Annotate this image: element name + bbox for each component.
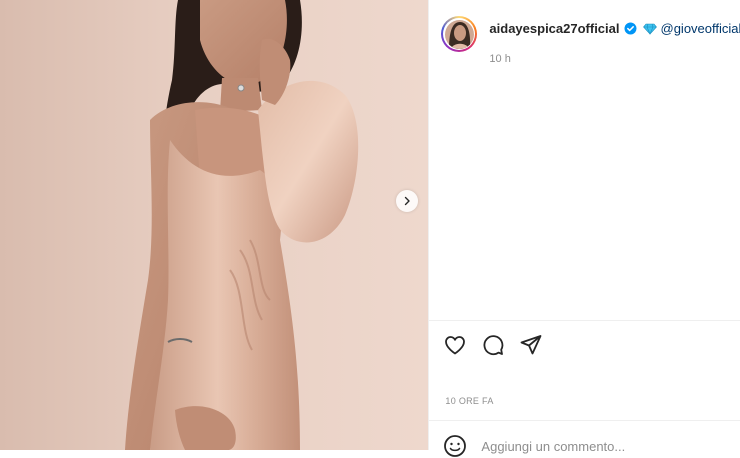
emoji-button[interactable] [443, 434, 467, 458]
emoji-icon [443, 434, 467, 458]
verified-badge-icon [624, 22, 637, 35]
like-button[interactable] [443, 333, 467, 357]
comment-input[interactable] [481, 439, 681, 454]
post-photo[interactable] [0, 0, 429, 450]
username-link[interactable]: aidayespica27official [489, 21, 619, 36]
share-button[interactable] [519, 333, 543, 357]
action-bar [443, 333, 543, 357]
comment-divider [429, 420, 740, 421]
post-side-panel: aidayespica27official @gioveofficial 10 … [429, 0, 740, 450]
add-comment-row [443, 434, 740, 458]
post-header: aidayespica27official @gioveofficial 10 … [441, 16, 732, 60]
avatar[interactable] [441, 16, 477, 52]
heart-icon [443, 333, 467, 357]
paper-plane-icon [519, 333, 543, 357]
next-photo-button[interactable] [396, 190, 418, 212]
comment-button[interactable] [481, 333, 505, 357]
woman-in-satin-dress-photo [0, 0, 429, 450]
mention-link[interactable]: @gioveofficial [661, 21, 740, 36]
actions-top-divider [429, 320, 740, 321]
chevron-right-icon [402, 196, 412, 206]
instagram-post: aidayespica27official @gioveofficial 10 … [0, 0, 740, 450]
avatar-ring [443, 18, 475, 50]
time-ago: 10 h [489, 53, 510, 65]
gem-icon [643, 23, 657, 35]
comment-bubble-icon [481, 333, 505, 357]
post-date: 10 ORE FA [445, 396, 493, 406]
avatar-image [445, 20, 474, 49]
header-line: aidayespica27official @gioveofficial [489, 21, 740, 36]
